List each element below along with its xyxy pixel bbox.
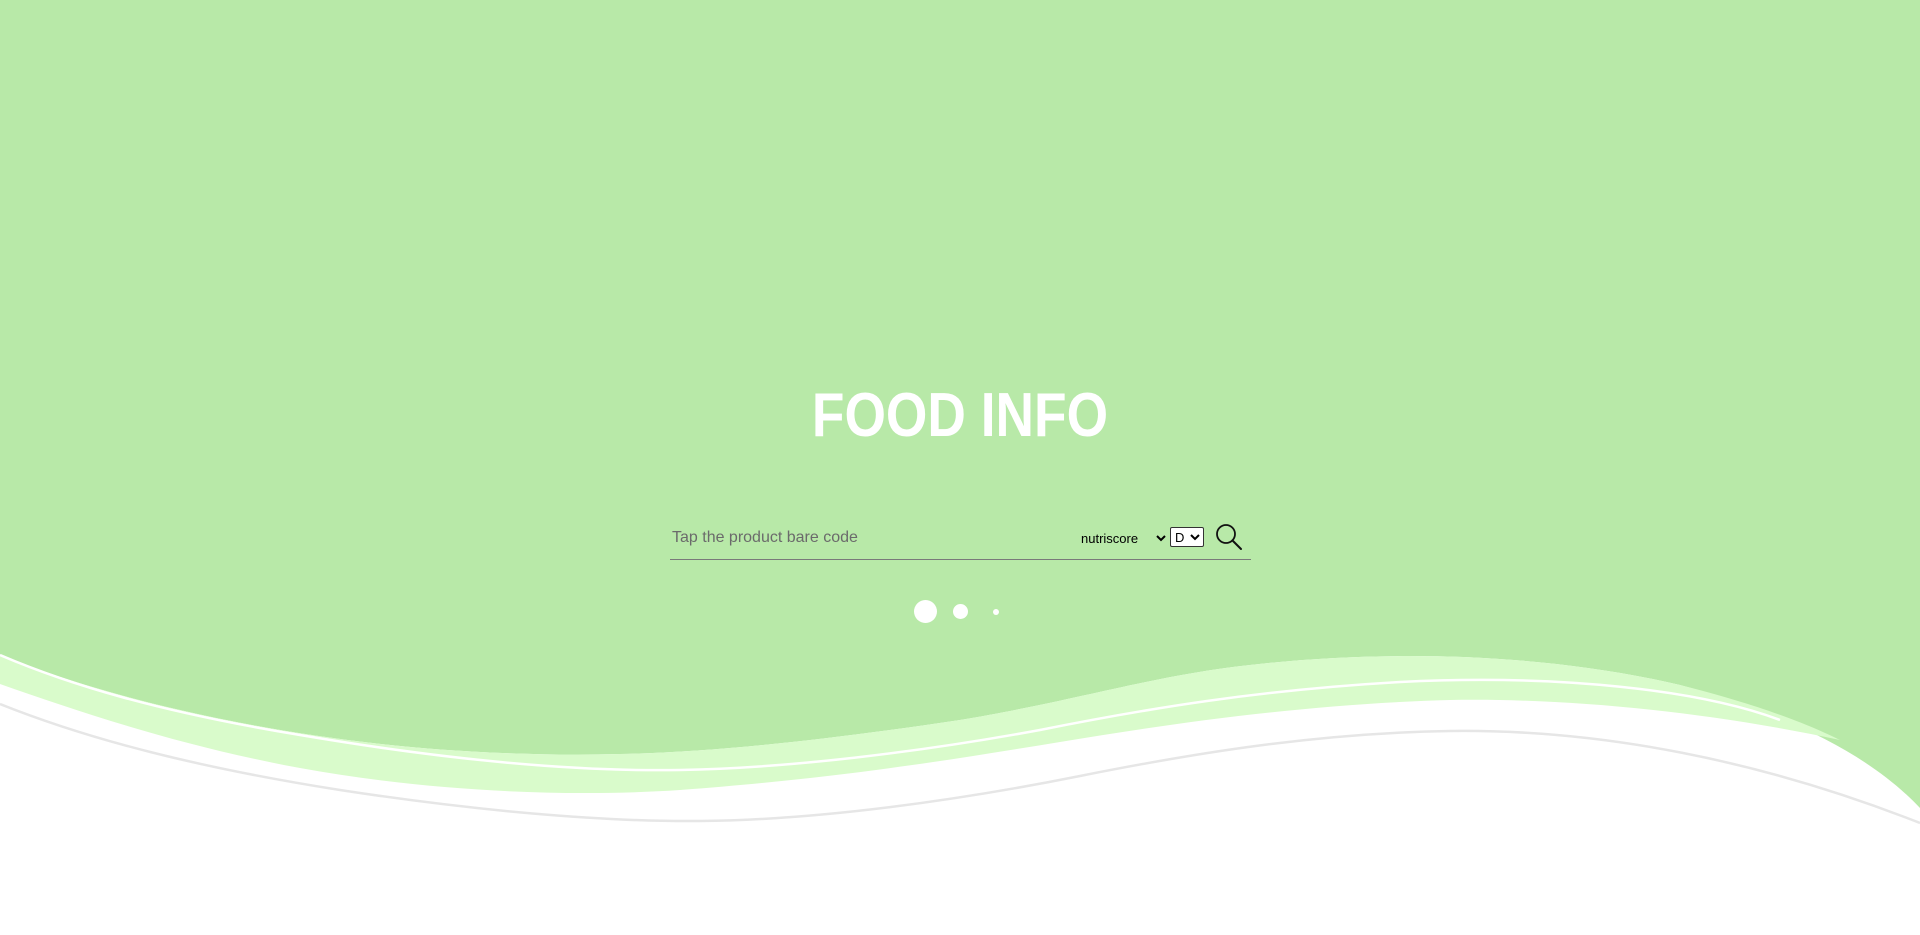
carousel-dot-1[interactable] <box>914 600 937 623</box>
search-icon <box>1216 524 1242 550</box>
carousel-dot-3[interactable] <box>993 609 999 615</box>
score-type-select[interactable]: nutriscore <box>1075 528 1169 548</box>
grade-select[interactable]: D <box>1170 527 1204 547</box>
carousel-dot-2[interactable] <box>953 604 968 619</box>
page-title: FOOD INFO <box>811 381 1109 450</box>
barcode-search-input[interactable] <box>670 524 1064 552</box>
page: FOOD INFO nutriscore D <box>0 0 1920 935</box>
search-bar: nutriscore D <box>670 518 1251 560</box>
hero-section: FOOD INFO nutriscore D <box>0 0 1920 935</box>
search-button[interactable] <box>1214 523 1244 553</box>
